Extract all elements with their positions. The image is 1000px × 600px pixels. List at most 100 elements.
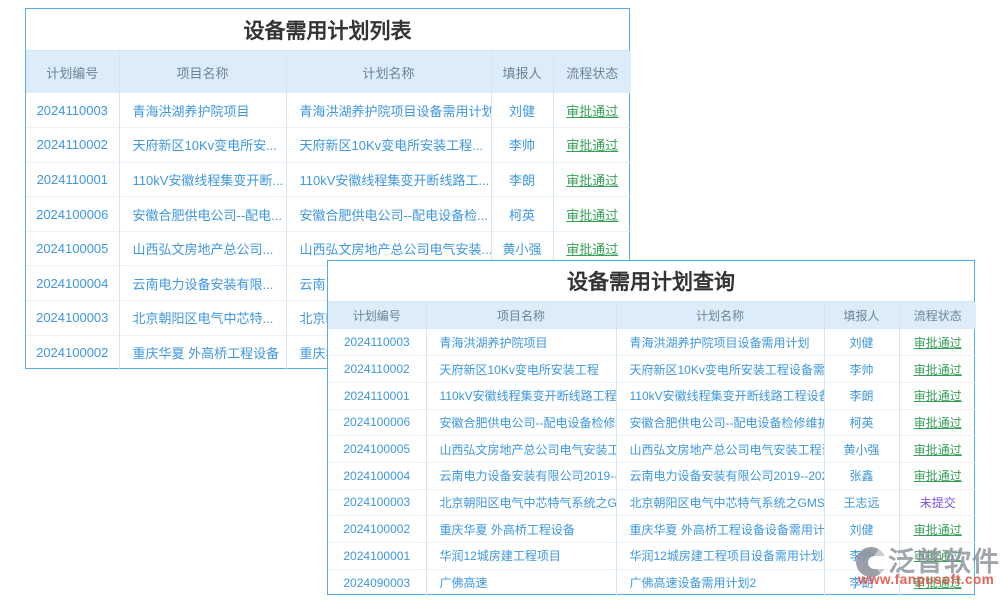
table-row[interactable]: 2024100006 安徽合肥供电公司--配电设备检修维护 安徽合肥供电公司--… xyxy=(328,409,976,436)
column-header-status: 流程状态 xyxy=(899,302,976,329)
plan-id-link[interactable]: 2024100004 xyxy=(26,266,119,301)
plan-id-link[interactable]: 2024110003 xyxy=(328,329,426,356)
plan-id-link[interactable]: 2024100006 xyxy=(328,409,426,436)
status-link[interactable]: 审批通过 xyxy=(553,197,631,232)
project-name-cell[interactable]: 华润12城房建工程项目 xyxy=(426,543,616,570)
table-row[interactable]: 2024110001 110kV安徽线程集变开断线路工程 110kV安徽线程集变… xyxy=(328,382,976,409)
plan-id-link[interactable]: 2024100005 xyxy=(328,436,426,463)
project-name-cell[interactable]: 山西弘文房地产总公司电气安装工程 xyxy=(426,436,616,463)
reporter-cell: 柯英 xyxy=(824,409,899,436)
status-link[interactable]: 审批通过 xyxy=(553,93,631,128)
page-title: 设备需用计划列表 xyxy=(26,9,629,51)
table-header-row: 计划编号 项目名称 计划名称 填报人 流程状态 xyxy=(328,302,976,329)
reporter-cell: 刘健 xyxy=(491,93,553,128)
reporter-cell: 李朗 xyxy=(491,162,553,197)
table-row[interactable]: 2024110003 青海洪湖养护院项目 青海洪湖养护院项目设备需用计划 刘健 … xyxy=(26,93,631,128)
status-link[interactable]: 审批通过 xyxy=(899,409,976,436)
project-name-cell[interactable]: 山西弘文房地产总公司... xyxy=(119,231,286,266)
table-row[interactable]: 2024110002 天府新区10Kv变电所安... 天府新区10Kv变电所安装… xyxy=(26,128,631,163)
table-row[interactable]: 2024100004 云南电力设备安装有限公司2019--2021 云南电力设备… xyxy=(328,462,976,489)
plan-name-cell[interactable]: 天府新区10Kv变电所安装工程... xyxy=(286,128,491,163)
project-name-cell[interactable]: 天府新区10Kv变电所安... xyxy=(119,128,286,163)
plan-name-cell[interactable]: 110kV安徽线程集变开断线路工... xyxy=(286,162,491,197)
project-name-cell[interactable]: 青海洪湖养护院项目 xyxy=(119,93,286,128)
column-header-status: 流程状态 xyxy=(553,51,631,93)
reporter-cell: 刘健 xyxy=(824,329,899,356)
column-header-project-name: 项目名称 xyxy=(426,302,616,329)
reporter-cell: 王志远 xyxy=(824,489,899,516)
plan-name-cell[interactable]: 安徽合肥供电公司--配电设备检... xyxy=(286,197,491,232)
page-title: 设备需用计划查询 xyxy=(328,261,974,302)
plan-id-link[interactable]: 2024100004 xyxy=(328,462,426,489)
plan-id-link[interactable]: 2024110001 xyxy=(328,382,426,409)
plan-id-link[interactable]: 2024100003 xyxy=(328,489,426,516)
plan-id-link[interactable]: 2024100001 xyxy=(328,543,426,570)
plan-id-link[interactable]: 2024110001 xyxy=(26,162,119,197)
table-row[interactable]: 2024100006 安徽合肥供电公司--配电... 安徽合肥供电公司--配电设… xyxy=(26,197,631,232)
table-row[interactable]: 2024110002 天府新区10Kv变电所安装工程 天府新区10Kv变电所安装… xyxy=(328,356,976,383)
plan-id-link[interactable]: 2024100002 xyxy=(328,516,426,543)
plan-id-link[interactable]: 2024100002 xyxy=(26,335,119,370)
status-link[interactable]: 审批通过 xyxy=(899,329,976,356)
reporter-cell: 李帅 xyxy=(491,128,553,163)
project-name-cell[interactable]: 110kV安徽线程集变开断... xyxy=(119,162,286,197)
plan-id-link[interactable]: 2024100006 xyxy=(26,197,119,232)
plan-name-cell[interactable]: 广佛高速设备需用计划2 xyxy=(616,569,824,596)
project-name-cell[interactable]: 北京朝阳区电气中芯特气系统之GMS xyxy=(426,489,616,516)
status-link[interactable]: 未提交 xyxy=(899,489,976,516)
status-link[interactable]: 审批通过 xyxy=(899,356,976,383)
plan-name-cell[interactable]: 110kV安徽线程集变开断线路工程设备需用计划 xyxy=(616,382,824,409)
plan-name-cell[interactable]: 天府新区10Kv变电所安装工程设备需用计划 xyxy=(616,356,824,383)
plan-id-link[interactable]: 2024110002 xyxy=(26,128,119,163)
plan-id-link[interactable]: 2024100003 xyxy=(26,301,119,336)
reporter-cell: 李朗 xyxy=(824,382,899,409)
status-link[interactable]: 审批通过 xyxy=(899,436,976,463)
project-name-cell[interactable]: 云南电力设备安装有限... xyxy=(119,266,286,301)
reporter-cell: 黄小强 xyxy=(824,436,899,463)
status-link[interactable]: 审批通过 xyxy=(899,382,976,409)
table-row[interactable]: 2024100005 山西弘文房地产总公司电气安装工程 山西弘文房地产总公司电气… xyxy=(328,436,976,463)
project-name-cell[interactable]: 安徽合肥供电公司--配电... xyxy=(119,197,286,232)
project-name-cell[interactable]: 重庆华夏 外高桥工程设备 xyxy=(119,335,286,370)
project-name-cell[interactable]: 重庆华夏 外高桥工程设备 xyxy=(426,516,616,543)
project-name-cell[interactable]: 广佛高速 xyxy=(426,569,616,596)
plan-name-cell[interactable]: 重庆华夏 外高桥工程设备设备需用计划 xyxy=(616,516,824,543)
plan-name-cell[interactable]: 山西弘文房地产总公司电气安装工程设备需用计划 xyxy=(616,436,824,463)
plan-id-link[interactable]: 2024100005 xyxy=(26,231,119,266)
column-header-reporter: 填报人 xyxy=(824,302,899,329)
column-header-project-name: 项目名称 xyxy=(119,51,286,93)
plan-id-link[interactable]: 2024090003 xyxy=(328,569,426,596)
status-link[interactable]: 审批通过 xyxy=(553,162,631,197)
status-link[interactable]: 审批通过 xyxy=(899,462,976,489)
reporter-cell: 刘健 xyxy=(824,516,899,543)
status-link[interactable]: 审批通过 xyxy=(553,128,631,163)
plan-name-cell[interactable]: 北京朝阳区电气中芯特气系统之GMS设备需用计划 xyxy=(616,489,824,516)
reporter-cell: 柯英 xyxy=(491,197,553,232)
column-header-plan-name: 计划名称 xyxy=(616,302,824,329)
table-row[interactable]: 2024100003 北京朝阳区电气中芯特气系统之GMS 北京朝阳区电气中芯特气… xyxy=(328,489,976,516)
column-header-reporter: 填报人 xyxy=(491,51,553,93)
project-name-cell[interactable]: 天府新区10Kv变电所安装工程 xyxy=(426,356,616,383)
status-link[interactable]: 审批通过 xyxy=(899,516,976,543)
reporter-cell: 李帅 xyxy=(824,356,899,383)
project-name-cell[interactable]: 云南电力设备安装有限公司2019--2021 xyxy=(426,462,616,489)
project-name-cell[interactable]: 北京朝阳区电气中芯特... xyxy=(119,301,286,336)
project-name-cell[interactable]: 安徽合肥供电公司--配电设备检修维护 xyxy=(426,409,616,436)
column-header-plan-id: 计划编号 xyxy=(328,302,426,329)
project-name-cell[interactable]: 青海洪湖养护院项目 xyxy=(426,329,616,356)
table-row[interactable]: 2024100002 重庆华夏 外高桥工程设备 重庆华夏 外高桥工程设备设备需用… xyxy=(328,516,976,543)
screen: 设备需用计划列表 计划编号 项目名称 计划名称 填报人 流程状态 2024110… xyxy=(0,0,1000,600)
column-header-plan-name: 计划名称 xyxy=(286,51,491,93)
plan-name-cell[interactable]: 安徽合肥供电公司--配电设备检修维护设备需用计划 xyxy=(616,409,824,436)
project-name-cell[interactable]: 110kV安徽线程集变开断线路工程 xyxy=(426,382,616,409)
plan-id-link[interactable]: 2024110002 xyxy=(328,356,426,383)
plan-name-cell[interactable]: 华润12城房建工程项目设备需用计划2 xyxy=(616,543,824,570)
plan-name-cell[interactable]: 云南电力设备安装有限公司2019--2021设备需用计划 xyxy=(616,462,824,489)
table-row[interactable]: 2024110001 110kV安徽线程集变开断... 110kV安徽线程集变开… xyxy=(26,162,631,197)
column-header-plan-id: 计划编号 xyxy=(26,51,119,93)
plan-id-link[interactable]: 2024110003 xyxy=(26,93,119,128)
plan-name-cell[interactable]: 青海洪湖养护院项目设备需用计划 xyxy=(616,329,824,356)
table-row[interactable]: 2024110003 青海洪湖养护院项目 青海洪湖养护院项目设备需用计划 刘健 … xyxy=(328,329,976,356)
table-header-row: 计划编号 项目名称 计划名称 填报人 流程状态 xyxy=(26,51,631,93)
plan-name-cell[interactable]: 青海洪湖养护院项目设备需用计划 xyxy=(286,93,491,128)
